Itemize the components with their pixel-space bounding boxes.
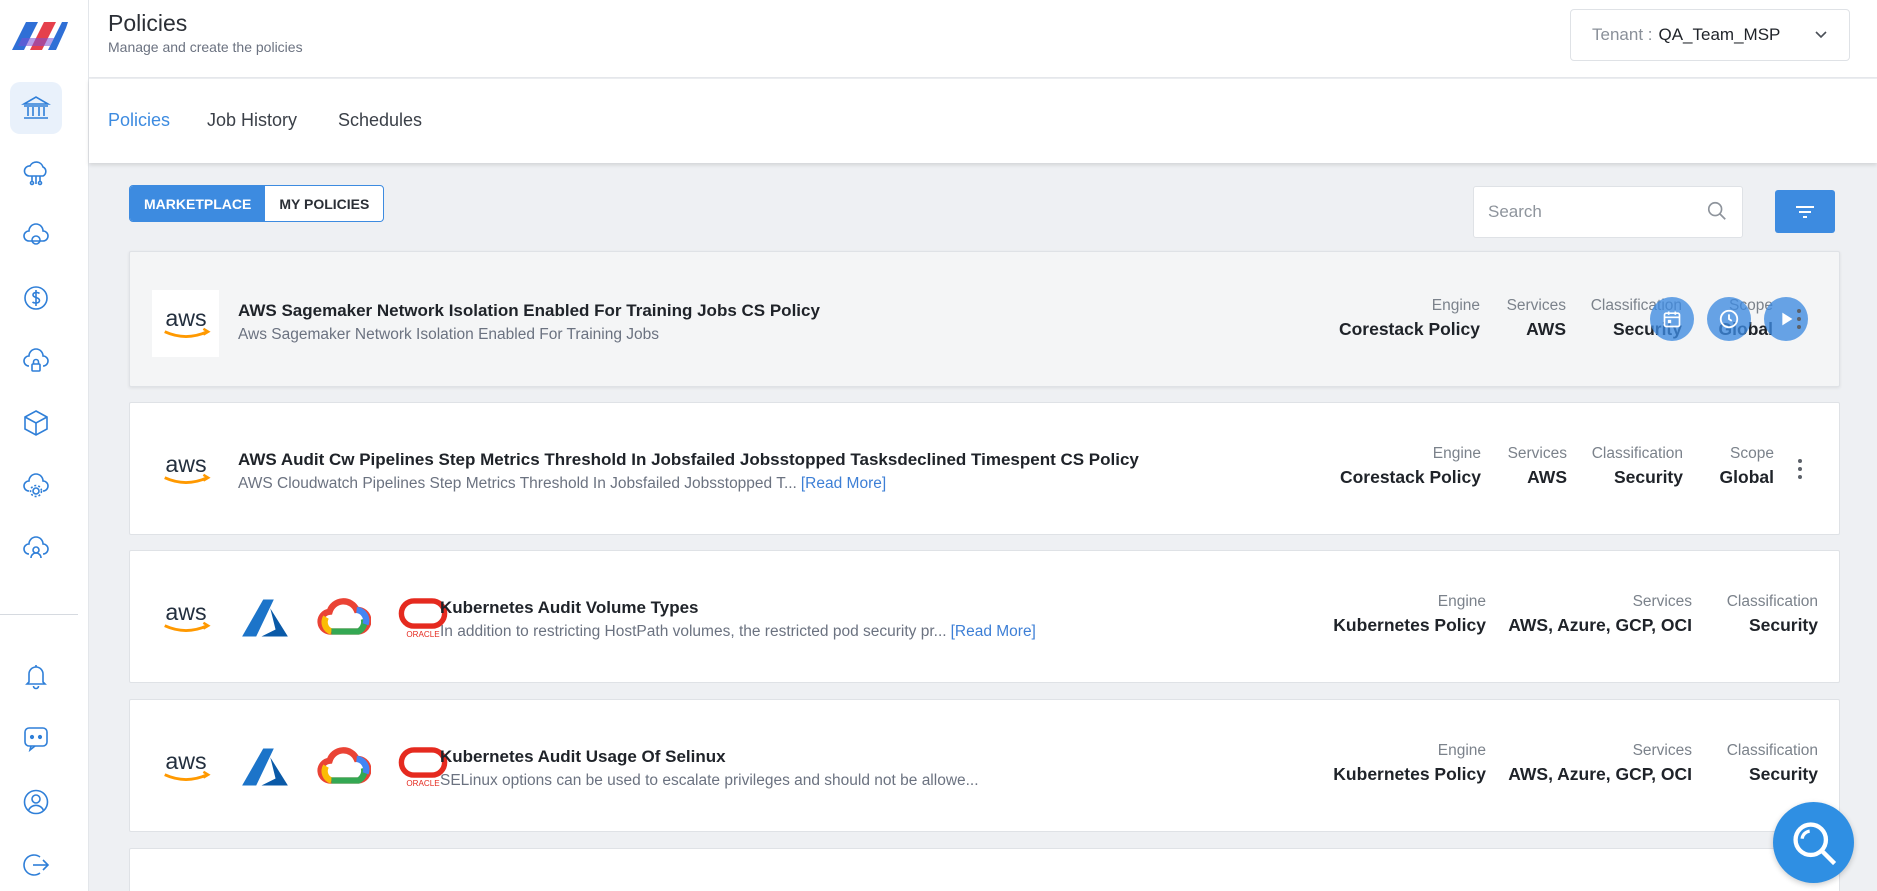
card-logos: aws ORACLE	[152, 733, 456, 800]
svg-text:aws: aws	[165, 450, 206, 476]
nav-dollar-icon[interactable]	[10, 272, 62, 324]
nav-cloud-network-icon[interactable]	[10, 147, 62, 199]
clock-icon	[1719, 309, 1739, 329]
svg-text:aws: aws	[165, 598, 206, 624]
nav-cloud-lock-icon[interactable]	[10, 335, 62, 387]
policy-title[interactable]: Kubernetes Audit Volume Types	[440, 598, 699, 618]
svg-text:aws: aws	[165, 304, 206, 330]
search-icon	[1792, 821, 1836, 865]
cube-icon	[24, 410, 48, 436]
meta-services: Services AWS, Azure, GCP, OCI	[1508, 742, 1692, 784]
azure-logo	[231, 584, 298, 651]
read-more-link[interactable]: [Read More]	[801, 475, 886, 492]
search-input[interactable]	[1474, 187, 1694, 237]
nav-cloud-user-icon[interactable]	[10, 523, 62, 575]
nav-chat-icon[interactable]	[10, 712, 62, 764]
tenant-value: QA_Team_MSP	[1658, 25, 1781, 44]
bank-icon	[21, 96, 51, 119]
more-options-button[interactable]	[1793, 304, 1805, 334]
cloud-sync-icon	[23, 223, 49, 245]
tenant-select[interactable]: Tenant : QA_Team_MSP	[1570, 9, 1850, 61]
card-logos: aws ORACLE	[152, 584, 456, 651]
nav-bank-icon[interactable]	[10, 82, 62, 134]
policy-description: SELinux options can be used to escalate …	[440, 772, 979, 789]
gcp-logo	[310, 733, 377, 800]
nav-cloud-gear-icon[interactable]	[10, 460, 62, 512]
dollar-icon	[24, 286, 48, 310]
gcp-logo	[310, 584, 377, 651]
policy-title[interactable]: AWS Sagemaker Network Isolation Enabled …	[238, 301, 820, 321]
policy-title[interactable]: AWS Audit Cw Pipelines Step Metrics Thre…	[238, 450, 1139, 470]
marketplace-button[interactable]: MARKETPLACE	[130, 186, 266, 221]
meta-classification: Classification Security	[1591, 445, 1683, 487]
cloud-lock-icon	[23, 348, 49, 372]
meta-engine: Engine Kubernetes Policy	[1333, 593, 1486, 635]
svg-text:aws: aws	[165, 747, 206, 773]
policy-title[interactable]: Kubernetes Audit Usage Of Selinux	[440, 747, 726, 767]
app-logo[interactable]	[8, 16, 70, 56]
meta-engine: Engine Corestack Policy	[1339, 445, 1481, 487]
nav-bell-icon[interactable]	[10, 650, 62, 702]
header: Policies Manage and create the policies …	[89, 0, 1877, 78]
svg-text:ORACLE: ORACLE	[406, 629, 440, 638]
sidebar	[0, 0, 89, 891]
meta-classification: Classification Security	[1726, 742, 1818, 784]
meta-scope: ScopeGlobal	[1719, 445, 1774, 487]
policy-card[interactable]: aws AWS Audit Cw Pipelines Step Metrics …	[129, 402, 1840, 535]
logout-icon	[23, 854, 50, 876]
aws-logo: aws	[152, 733, 219, 800]
tab-job-history[interactable]: Job History	[207, 110, 297, 131]
policy-card[interactable]: aws ORACLE Kubernetes Audit Volume Types…	[129, 550, 1840, 683]
nav-logout-icon[interactable]	[10, 839, 62, 891]
meta-classification: Classification Security	[1726, 593, 1818, 635]
chat-icon	[24, 727, 48, 753]
meta-services: Services AWS	[1507, 445, 1567, 487]
history-button[interactable]	[1707, 297, 1751, 341]
page-subtitle: Manage and create the policies	[108, 39, 303, 55]
policy-description: AWS Cloudwatch Pipelines Step Metrics Th…	[238, 475, 887, 492]
aws-logo: aws	[152, 290, 219, 357]
user-icon	[23, 789, 49, 815]
cloud-gear-icon	[23, 473, 49, 498]
card-logos: aws	[152, 436, 219, 503]
svg-text:ORACLE: ORACLE	[406, 778, 440, 787]
nav-user-icon[interactable]	[10, 776, 62, 828]
nav-cloud-sync-icon[interactable]	[10, 210, 62, 262]
card-logos: aws	[152, 290, 219, 357]
chevron-down-icon	[1815, 31, 1827, 39]
azure-logo	[231, 733, 298, 800]
cloud-network-icon	[23, 161, 47, 186]
global-search-button[interactable]	[1773, 802, 1854, 883]
page-title: Policies	[108, 10, 188, 36]
policy-card[interactable]: aws AWS Sagemaker Network Isolation Enab…	[129, 251, 1840, 387]
aws-logo: aws	[152, 584, 219, 651]
cloud-user-icon	[23, 536, 49, 559]
tenant-label: Tenant :	[1592, 25, 1653, 44]
meta-engine: Engine Kubernetes Policy	[1333, 742, 1486, 784]
bell-icon	[25, 665, 47, 690]
meta-engine: Engine Corestack Policy	[1338, 297, 1480, 339]
policy-source-toggle: MARKETPLACE MY POLICIES	[129, 185, 385, 222]
filter-icon	[1796, 205, 1814, 218]
tabs-bar: Policies Job History Schedules	[89, 79, 1877, 163]
policy-card[interactable]	[129, 848, 1840, 891]
tab-policies[interactable]: Policies	[108, 110, 170, 131]
calendar-icon	[1663, 311, 1681, 328]
search-box	[1473, 186, 1743, 238]
my-policies-button[interactable]: MY POLICIES	[265, 186, 383, 221]
schedule-button[interactable]	[1650, 297, 1694, 341]
filter-button[interactable]	[1775, 190, 1835, 233]
policy-description: Aws Sagemaker Network Isolation Enabled …	[238, 326, 660, 343]
more-options-button[interactable]	[1794, 454, 1806, 484]
policy-card[interactable]: aws ORACLE Kubernetes Audit Usage Of Sel…	[129, 699, 1840, 832]
search-icon[interactable]	[1706, 200, 1728, 222]
policy-description: In addition to restricting HostPath volu…	[440, 623, 1036, 640]
read-more-link[interactable]: [Read More]	[951, 623, 1036, 640]
nav-cube-icon[interactable]	[10, 397, 62, 449]
meta-services: Services AWS	[1506, 297, 1566, 339]
tab-schedules[interactable]: Schedules	[338, 110, 422, 131]
aws-logo: aws	[152, 436, 219, 503]
sidebar-divider	[0, 614, 78, 615]
meta-services: Services AWS, Azure, GCP, OCI	[1508, 593, 1692, 635]
